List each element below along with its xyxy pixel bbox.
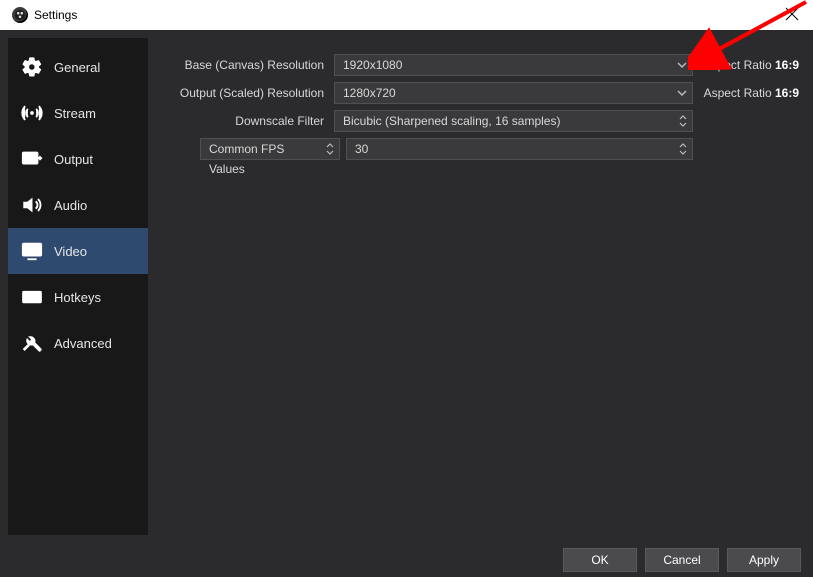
output-resolution-combo[interactable]: 1280x720	[334, 82, 693, 104]
fps-value: 30	[355, 142, 368, 156]
sidebar-item-label: Output	[54, 152, 148, 167]
spinner-icon	[678, 140, 688, 158]
sidebar-item-hotkeys[interactable]: Hotkeys	[8, 274, 148, 320]
sidebar-item-general[interactable]: General	[8, 44, 148, 90]
sidebar-item-advanced[interactable]: Advanced	[8, 320, 148, 366]
monitor-icon	[20, 239, 44, 263]
output-aspect-ratio: Aspect Ratio 16:9	[699, 86, 799, 100]
broadcast-icon	[20, 101, 44, 125]
base-aspect-ratio: Aspect Ratio 16:9	[699, 58, 799, 72]
main-panel: Base (Canvas) Resolution 1920x1080 Aspec…	[156, 38, 805, 535]
spinner-icon	[325, 140, 335, 158]
base-resolution-combo[interactable]: 1920x1080	[334, 54, 693, 76]
output-icon	[20, 147, 44, 171]
sidebar-item-stream[interactable]: Stream	[8, 90, 148, 136]
fps-type-combo[interactable]: Common FPS Values	[200, 138, 340, 160]
tools-icon	[20, 331, 44, 355]
downscale-filter-value: Bicubic (Sharpened scaling, 16 samples)	[343, 114, 560, 128]
app-icon	[12, 7, 28, 23]
apply-button[interactable]: Apply	[727, 548, 801, 572]
output-resolution-label: Output (Scaled) Resolution	[156, 86, 328, 100]
base-resolution-label: Base (Canvas) Resolution	[156, 58, 328, 72]
sidebar-item-label: Audio	[54, 198, 148, 213]
chevron-down-icon	[676, 59, 688, 71]
output-resolution-value: 1280x720	[343, 86, 396, 100]
sidebar-item-video[interactable]: Video	[8, 228, 148, 274]
titlebar: Settings	[0, 0, 813, 31]
speaker-icon	[20, 193, 44, 217]
fps-type-value: Common FPS Values	[209, 142, 284, 176]
ok-button[interactable]: OK	[563, 548, 637, 572]
sidebar-item-audio[interactable]: Audio	[8, 182, 148, 228]
sidebar-item-label: General	[54, 60, 148, 75]
window-title: Settings	[34, 8, 77, 22]
sidebar: General Stream	[8, 38, 148, 535]
sidebar-item-label: Advanced	[54, 336, 148, 351]
downscale-filter-combo[interactable]: Bicubic (Sharpened scaling, 16 samples)	[334, 110, 693, 132]
sidebar-item-label: Stream	[54, 106, 148, 121]
sidebar-item-label: Video	[54, 244, 148, 259]
base-resolution-value: 1920x1080	[343, 58, 402, 72]
keyboard-icon	[20, 285, 44, 309]
close-button[interactable]	[785, 7, 799, 21]
chevron-down-icon	[676, 87, 688, 99]
sidebar-item-output[interactable]: Output	[8, 136, 148, 182]
cancel-button[interactable]: Cancel	[645, 548, 719, 572]
spinner-icon	[678, 112, 688, 130]
fps-value-combo[interactable]: 30	[346, 138, 693, 160]
downscale-filter-label: Downscale Filter	[156, 114, 328, 128]
sidebar-item-label: Hotkeys	[54, 290, 148, 305]
footer: OK Cancel Apply	[0, 543, 813, 577]
gear-icon	[20, 55, 44, 79]
